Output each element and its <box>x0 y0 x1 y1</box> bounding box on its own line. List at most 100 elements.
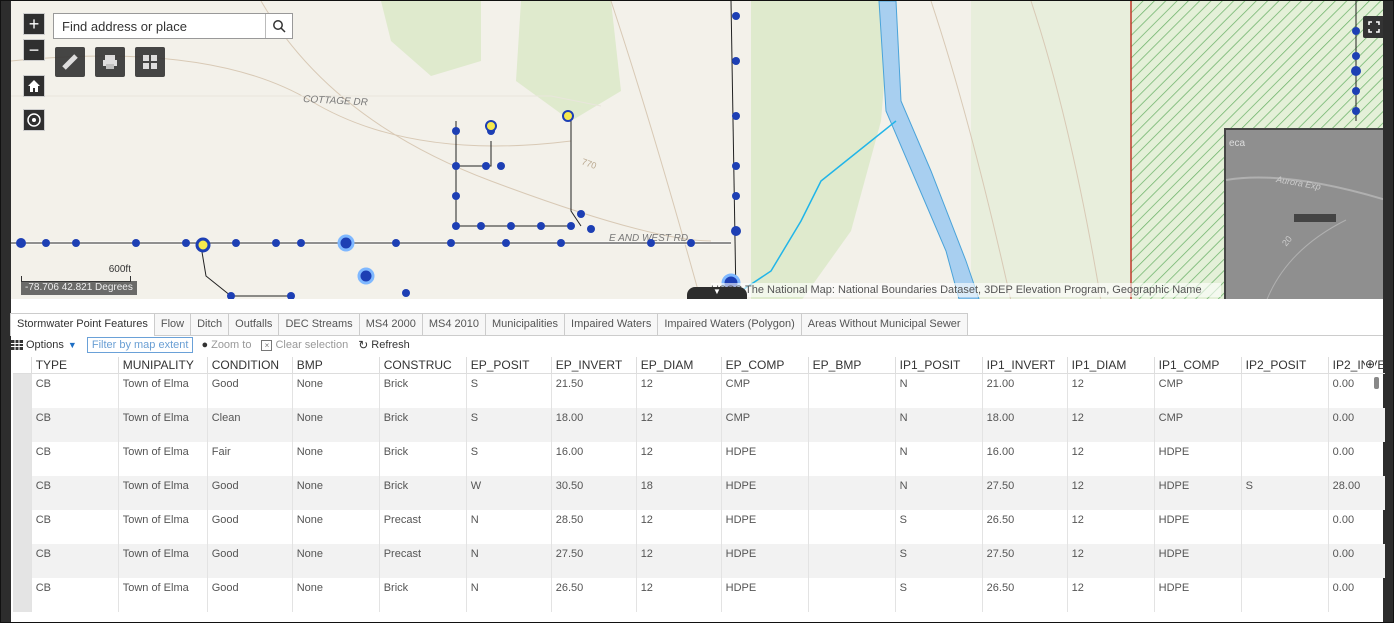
tab-impaired-waters[interactable]: Impaired Waters <box>564 313 659 335</box>
table-cell: 12 <box>1066 509 1155 544</box>
row-selector[interactable] <box>13 407 32 442</box>
table-cell: 27.50 <box>550 543 637 578</box>
table-cell: 16.00 <box>550 441 637 476</box>
tab-areas-without-municipal-sewer[interactable]: Areas Without Municipal Sewer <box>800 313 968 335</box>
locate-button[interactable] <box>23 109 45 131</box>
table-cell: Good <box>206 509 293 544</box>
tab-impaired-waters-polygon[interactable]: Impaired Waters (Polygon) <box>657 313 802 335</box>
search-input[interactable] <box>54 14 265 38</box>
table-cell: HDPE <box>720 441 809 476</box>
row-selector[interactable] <box>13 509 32 544</box>
row-selector-header <box>13 357 32 374</box>
search-button[interactable] <box>265 14 292 38</box>
attribute-table-panel: Stormwater Point Features Flow Ditch Outfal… <box>10 301 1385 622</box>
table-cell: CB <box>30 373 119 408</box>
map-attribution: USGS The National Map: National Boundari… <box>711 283 1221 297</box>
map-view[interactable]: COTTAGE DR E AND WEST RD 770 eca Aurora … <box>11 1 1383 299</box>
overview-map[interactable]: eca Aurora Exp 20 <box>1224 128 1383 299</box>
table-row[interactable]: CB Town of Elma Good None Brick W 30.50 18 HDPE N… <box>13 475 1385 510</box>
table-cell: N <box>465 543 552 578</box>
row-selector[interactable] <box>13 373 32 408</box>
row-selector[interactable] <box>13 441 32 476</box>
table-cell: Brick <box>378 577 467 612</box>
clear-selection-button[interactable]: × Clear selection <box>261 339 348 351</box>
tab-municipalities[interactable]: Municipalities <box>485 313 566 335</box>
column-header-ip2-inve[interactable]: IP2_INVE <box>1327 357 1385 374</box>
column-header-condition[interactable]: CONDITION <box>206 357 293 374</box>
overview-label-1: eca <box>1229 138 1246 149</box>
column-header-bmp[interactable]: BMP <box>291 357 380 374</box>
row-selector[interactable] <box>13 577 32 612</box>
zoom-out-button[interactable]: − <box>23 39 45 61</box>
column-header-ip1-diam[interactable]: IP1_DIAM <box>1066 357 1155 374</box>
table-row[interactable]: CB Town of Elma Fair None Brick S 16.00 12 HDPE N… <box>13 441 1385 476</box>
tab-ms4-2000[interactable]: MS4 2000 <box>358 313 423 335</box>
table-row[interactable]: CB Town of Elma Clean None Brick S 18.00 12 CMP N… <box>13 407 1385 442</box>
fullscreen-button[interactable] <box>1363 16 1383 38</box>
table-cell: 21.50 <box>550 373 637 408</box>
table-cell: 12 <box>1066 577 1155 612</box>
table-cell: N <box>465 509 552 544</box>
table-scrollbar[interactable] <box>1374 377 1379 389</box>
table-cell: 12 <box>635 543 722 578</box>
table-cell: Town of Elma <box>117 543 208 578</box>
table-cell: CMP <box>1153 407 1242 442</box>
table-cell <box>807 543 896 578</box>
column-header-ip1-invert[interactable]: IP1_INVERT <box>981 357 1068 374</box>
table-row[interactable]: CB Town of Elma Good None Precast N 27.50 12 HDP… <box>13 543 1385 578</box>
table-row[interactable]: CB Town of Elma Good None Brick N 26.50 12 HDPE S… <box>13 577 1385 612</box>
table-cell: 0.00 <box>1327 509 1385 544</box>
table-row[interactable]: CB Town of Elma Good None Precast N 28.50 12 HDP… <box>13 509 1385 544</box>
table-cell: 12 <box>635 509 722 544</box>
print-button[interactable] <box>95 47 125 77</box>
column-header-munipality[interactable]: MUNIPALITY <box>117 357 208 374</box>
column-header-ep-comp[interactable]: EP_COMP <box>720 357 809 374</box>
table-cell: S <box>465 373 552 408</box>
table-cell: 27.50 <box>981 475 1068 510</box>
zoom-in-button[interactable]: + <box>23 13 45 35</box>
refresh-button[interactable]: ↻ Refresh <box>358 338 410 352</box>
column-header-ep-diam[interactable]: EP_DIAM <box>635 357 722 374</box>
table-cell: None <box>291 543 380 578</box>
table-cell: 16.00 <box>981 441 1068 476</box>
row-selector[interactable] <box>13 543 32 578</box>
locate-icon <box>27 113 41 127</box>
attribute-table-toggle[interactable]: ▼ <box>687 287 747 299</box>
table-cell: None <box>291 373 380 408</box>
tab-ms4-2010[interactable]: MS4 2010 <box>421 313 486 335</box>
table-header-row: TYPE MUNIPALITY CONDITION BMP CONSTRUC EP_POS… <box>13 357 1385 374</box>
column-header-type[interactable]: TYPE <box>30 357 119 374</box>
tab-outfalls[interactable]: Outfalls <box>228 313 280 335</box>
measure-button[interactable] <box>55 47 85 77</box>
column-header-ep-invert[interactable]: EP_INVERT <box>550 357 637 374</box>
zoom-to-button[interactable]: ● Zoom to <box>201 339 251 351</box>
table-cell: Town of Elma <box>117 475 208 510</box>
table-cell <box>807 577 896 612</box>
options-menu[interactable]: Options ▼ <box>11 339 77 351</box>
clear-selection-label: Clear selection <box>275 339 349 351</box>
tab-dec-streams[interactable]: DEC Streams <box>278 313 360 335</box>
home-icon <box>28 80 40 92</box>
column-header-ep-posit[interactable]: EP_POSIT <box>465 357 552 374</box>
add-column-icon[interactable]: ⊕ <box>1364 357 1375 371</box>
column-header-construc[interactable]: CONSTRUC <box>378 357 467 374</box>
column-header-ip1-posit[interactable]: IP1_POSIT <box>894 357 983 374</box>
table-cell: Good <box>206 577 293 612</box>
table-cell: 12 <box>635 441 722 476</box>
home-button[interactable] <box>23 75 45 97</box>
table-cell <box>1240 441 1329 476</box>
basemap-gallery-button[interactable] <box>135 47 165 77</box>
filter-by-extent-button[interactable]: Filter by map extent <box>86 337 194 353</box>
column-header-ip2-posit[interactable]: IP2_POSIT <box>1240 357 1329 374</box>
tab-flow[interactable]: Flow <box>153 313 192 335</box>
table-row[interactable]: CB Town of Elma Good None Brick S 21.50 12 CMP N 2… <box>13 373 1385 408</box>
tab-stormwater-point-features[interactable]: Stormwater Point Features <box>10 313 155 336</box>
fullscreen-icon <box>1368 21 1380 33</box>
table-cell <box>807 373 896 408</box>
tab-ditch[interactable]: Ditch <box>190 313 230 335</box>
search-bar <box>53 13 293 39</box>
column-header-ep-bmp[interactable]: EP_BMP <box>807 357 896 374</box>
row-selector[interactable] <box>13 475 32 510</box>
clear-icon: × <box>261 339 273 351</box>
column-header-ip1-comp[interactable]: IP1_COMP <box>1153 357 1242 374</box>
